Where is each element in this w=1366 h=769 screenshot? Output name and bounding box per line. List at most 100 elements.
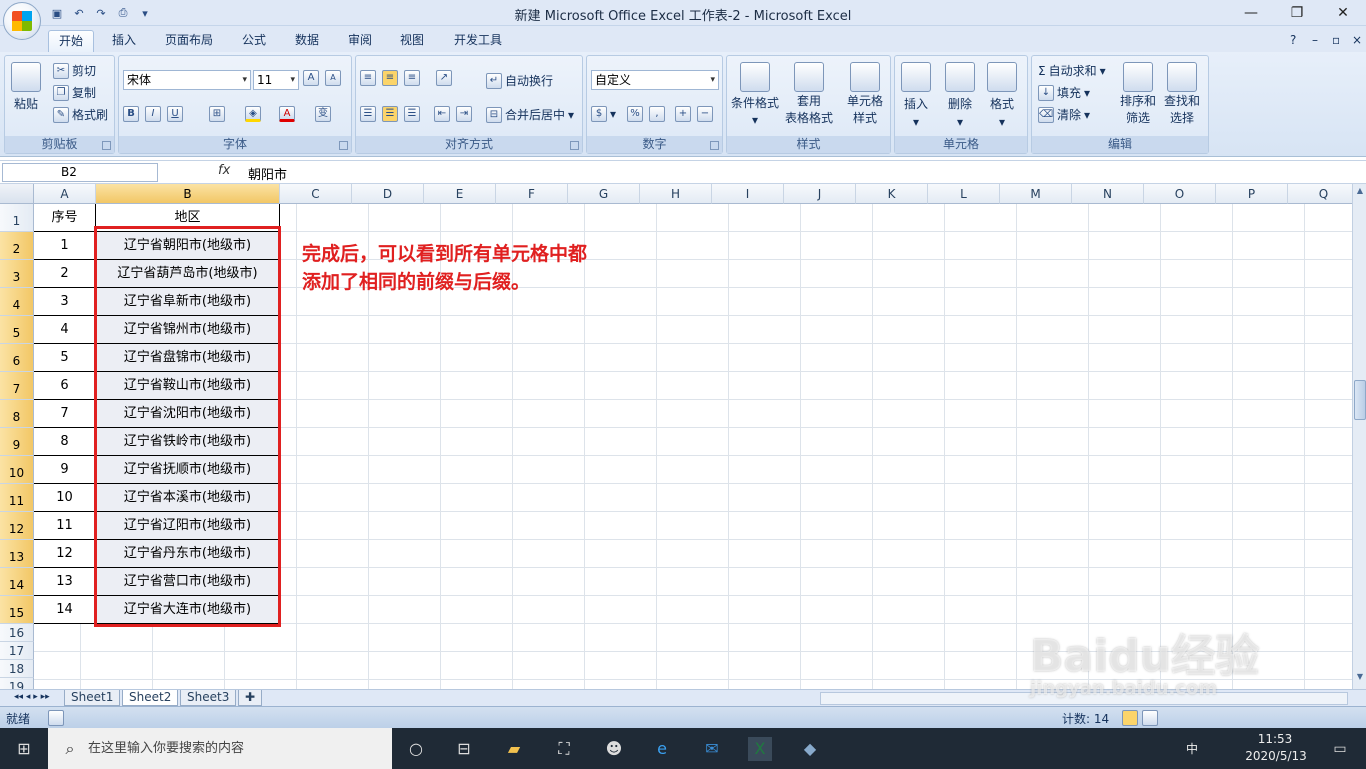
- row-header-15[interactable]: 15: [0, 596, 34, 624]
- tab-view[interactable]: 视图: [390, 30, 434, 52]
- table-cell-index[interactable]: 11: [34, 512, 96, 540]
- name-box[interactable]: B2: [2, 163, 158, 182]
- timeline-icon[interactable]: ⊟: [452, 737, 476, 761]
- align-bottom-button[interactable]: ≡: [404, 70, 420, 86]
- column-header-f[interactable]: F: [496, 184, 568, 204]
- table-cell-index[interactable]: 4: [34, 316, 96, 344]
- macro-record-icon[interactable]: [48, 710, 64, 726]
- row-header-8[interactable]: 8: [0, 400, 34, 428]
- table-cell-region[interactable]: 辽宁省本溪市(地级市): [96, 484, 280, 512]
- table-cell-index[interactable]: 1: [34, 232, 96, 260]
- wrap-text-button[interactable]: ↵ 自动换行: [486, 72, 553, 89]
- row-header-4[interactable]: 4: [0, 288, 34, 316]
- task-view-icon[interactable]: ○: [404, 737, 428, 761]
- table-cell-index[interactable]: 12: [34, 540, 96, 568]
- column-header-c[interactable]: C: [280, 184, 352, 204]
- tab-developer[interactable]: 开发工具: [444, 30, 512, 52]
- fx-icon[interactable]: fx: [218, 163, 230, 178]
- borders-button[interactable]: ⊞: [209, 106, 225, 122]
- row-header-17[interactable]: 17: [0, 642, 34, 660]
- row-header-13[interactable]: 13: [0, 540, 34, 568]
- delete-cells-button[interactable]: 删除 ▾: [945, 62, 975, 129]
- table-cell-index[interactable]: 14: [34, 596, 96, 624]
- table-cell-region[interactable]: 辽宁省阜新市(地级市): [96, 288, 280, 316]
- column-header-n[interactable]: N: [1072, 184, 1144, 204]
- copy-button[interactable]: ❐ 复制: [53, 84, 96, 101]
- formula-input[interactable]: 朝阳市: [248, 164, 287, 183]
- align-center-button[interactable]: ☰: [382, 106, 398, 122]
- column-header-j[interactable]: J: [784, 184, 856, 204]
- font-name-combo[interactable]: 宋体: [123, 70, 251, 90]
- format-painter-button[interactable]: ✎ 格式刷: [53, 106, 108, 123]
- column-header-k[interactable]: K: [856, 184, 928, 204]
- normal-view-icon[interactable]: [1122, 710, 1138, 726]
- currency-button[interactable]: $ ▾: [591, 106, 616, 122]
- table-cell-region[interactable]: 辽宁省丹东市(地级市): [96, 540, 280, 568]
- row-header-5[interactable]: 5: [0, 316, 34, 344]
- table-cell-region[interactable]: 辽宁省大连市(地级市): [96, 596, 280, 624]
- tab-data[interactable]: 数据: [285, 30, 329, 52]
- orientation-button[interactable]: ↗: [436, 70, 452, 86]
- vertical-scrollbar[interactable]: ▲ ▼: [1352, 184, 1366, 689]
- column-header-p[interactable]: P: [1216, 184, 1288, 204]
- format-cells-button[interactable]: 格式 ▾: [987, 62, 1017, 129]
- percent-button[interactable]: %: [627, 106, 643, 122]
- table-cell-region[interactable]: 辽宁省葫芦岛市(地级市): [96, 260, 280, 288]
- tab-home[interactable]: 开始: [48, 30, 95, 52]
- clock-time[interactable]: 11:53: [1250, 732, 1300, 746]
- phonetic-button[interactable]: 变: [315, 106, 331, 122]
- tab-page-layout[interactable]: 页面布局: [155, 30, 223, 52]
- align-left-button[interactable]: ☰: [360, 106, 376, 122]
- underline-button[interactable]: U: [167, 106, 183, 122]
- clear-button[interactable]: ⌫ 清除 ▾: [1038, 106, 1090, 123]
- select-all-corner[interactable]: [0, 184, 34, 204]
- minimize-button[interactable]: —: [1228, 0, 1274, 26]
- dialog-launcher-icon[interactable]: [710, 141, 719, 150]
- column-header-q[interactable]: Q: [1288, 184, 1352, 204]
- column-header-d[interactable]: D: [352, 184, 424, 204]
- scroll-thumb[interactable]: [1354, 380, 1366, 420]
- row-header-12[interactable]: 12: [0, 512, 34, 540]
- row-header-2[interactable]: 2: [0, 232, 34, 260]
- table-cell-region[interactable]: 辽宁省辽阳市(地级市): [96, 512, 280, 540]
- table-cell-region[interactable]: 辽宁省抚顺市(地级市): [96, 456, 280, 484]
- fill-button[interactable]: ↓ 填充 ▾: [1038, 84, 1090, 101]
- tab-insert[interactable]: 插入: [102, 30, 146, 52]
- table-cell-index[interactable]: 13: [34, 568, 96, 596]
- table-cell-index[interactable]: 5: [34, 344, 96, 372]
- increase-decimal-button[interactable]: +: [675, 106, 691, 122]
- row-header-7[interactable]: 7: [0, 372, 34, 400]
- insert-cells-button[interactable]: 插入 ▾: [901, 62, 931, 129]
- app-icon[interactable]: ◆: [798, 737, 822, 761]
- qq-icon[interactable]: ☻: [602, 737, 626, 761]
- align-top-button[interactable]: ≡: [360, 70, 376, 86]
- windows-start-icon[interactable]: ⊞: [12, 737, 36, 761]
- sheet-tab-3[interactable]: Sheet3: [180, 690, 237, 706]
- sort-filter-button[interactable]: 排序和 筛选: [1120, 62, 1156, 126]
- taskbar-search-input[interactable]: 在这里输入你要搜索的内容: [48, 728, 392, 769]
- row-header-3[interactable]: 3: [0, 260, 34, 288]
- clock-date[interactable]: 2020/5/13: [1244, 749, 1308, 763]
- worksheet[interactable]: ABCDEFGHIJKLMNOPQ 1 2 3 4 5 6 7 8 9 10 11 12 13 14 15 1…: [0, 184, 1352, 689]
- column-header-h[interactable]: H: [640, 184, 712, 204]
- row-header-16[interactable]: 16: [0, 624, 34, 642]
- sheet-tab-1[interactable]: Sheet1: [64, 690, 121, 706]
- grow-font-button[interactable]: A: [303, 70, 319, 86]
- dialog-launcher-icon[interactable]: [570, 141, 579, 150]
- ribbon-close-icon[interactable]: ×: [1342, 30, 1366, 52]
- cut-button[interactable]: ✂ 剪切: [53, 62, 96, 79]
- column-header-e[interactable]: E: [424, 184, 496, 204]
- dialog-launcher-icon[interactable]: [339, 141, 348, 150]
- table-cell-region[interactable]: 辽宁省营口市(地级市): [96, 568, 280, 596]
- align-right-button[interactable]: ☰: [404, 106, 420, 122]
- page-layout-view-icon[interactable]: [1142, 710, 1158, 726]
- decrease-indent-button[interactable]: ⇤: [434, 106, 450, 122]
- insert-sheet-icon[interactable]: ✚: [238, 690, 263, 706]
- table-cell-region[interactable]: 辽宁省盘锦市(地级市): [96, 344, 280, 372]
- header-cell-index[interactable]: 序号: [34, 204, 96, 232]
- header-cell-region[interactable]: 地区: [96, 204, 280, 232]
- table-cell-region[interactable]: 辽宁省鞍山市(地级市): [96, 372, 280, 400]
- row-header-14[interactable]: 14: [0, 568, 34, 596]
- table-cell-region[interactable]: 辽宁省锦州市(地级市): [96, 316, 280, 344]
- tab-formulas[interactable]: 公式: [232, 30, 276, 52]
